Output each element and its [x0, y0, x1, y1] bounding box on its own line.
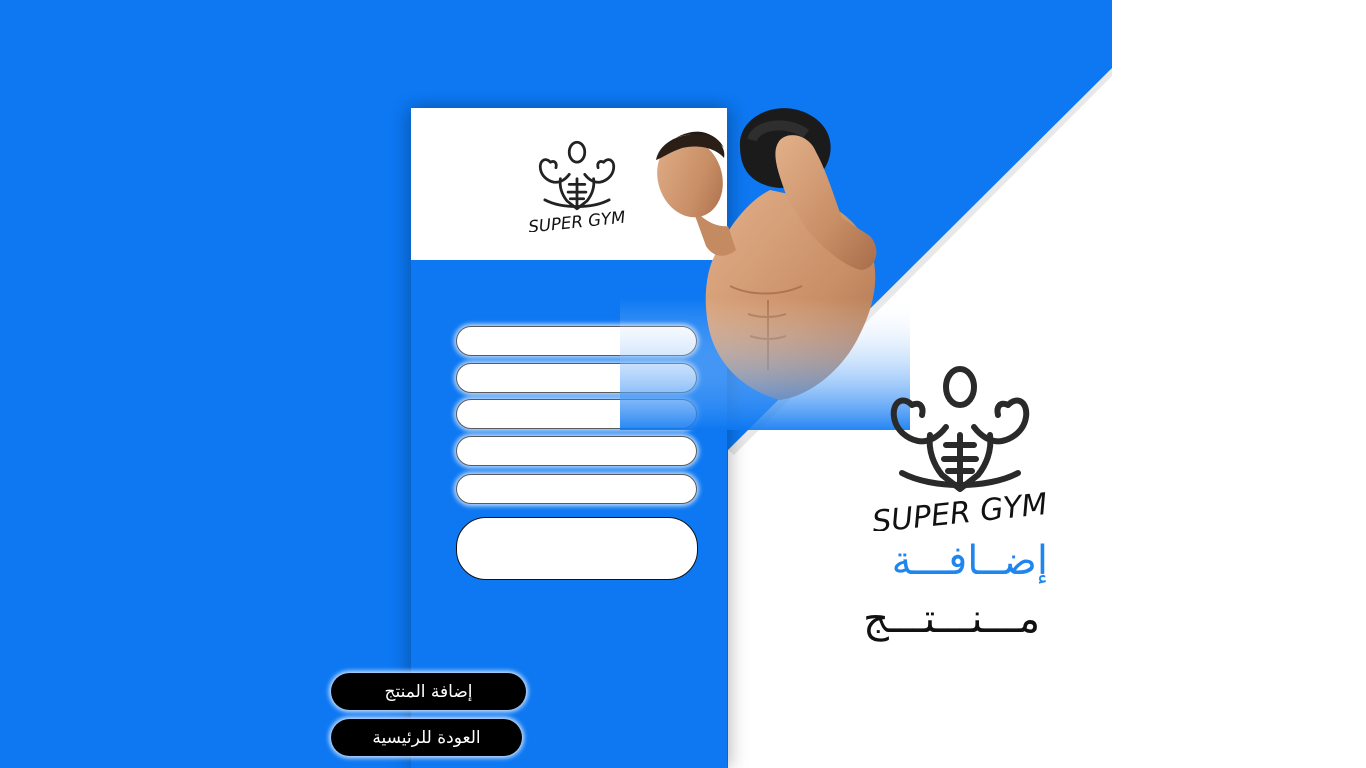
- super-gym-logo-text: SUPER GYM: [527, 208, 626, 232]
- page-title-line2: مـــنـــتـــج: [863, 596, 1040, 642]
- back-home-button[interactable]: العودة للرئيسية: [331, 719, 522, 756]
- super-gym-brand-logo-icon: SUPER GYM: [872, 366, 1048, 531]
- product-field-4[interactable]: [456, 436, 697, 466]
- product-field-5[interactable]: [456, 474, 697, 504]
- page: SUPER GYM SUPER GYM إضــافـــة مـــنـــت…: [0, 0, 1366, 768]
- super-gym-brand-text: SUPER GYM: [872, 487, 1048, 531]
- add-product-button[interactable]: إضافة المنتج: [331, 673, 526, 710]
- page-title-line1: إضــافـــة: [891, 538, 1048, 584]
- super-gym-logo-icon: SUPER GYM: [527, 140, 626, 232]
- product-description-field[interactable]: [456, 517, 698, 580]
- athlete-kettlebell-image: [620, 100, 910, 430]
